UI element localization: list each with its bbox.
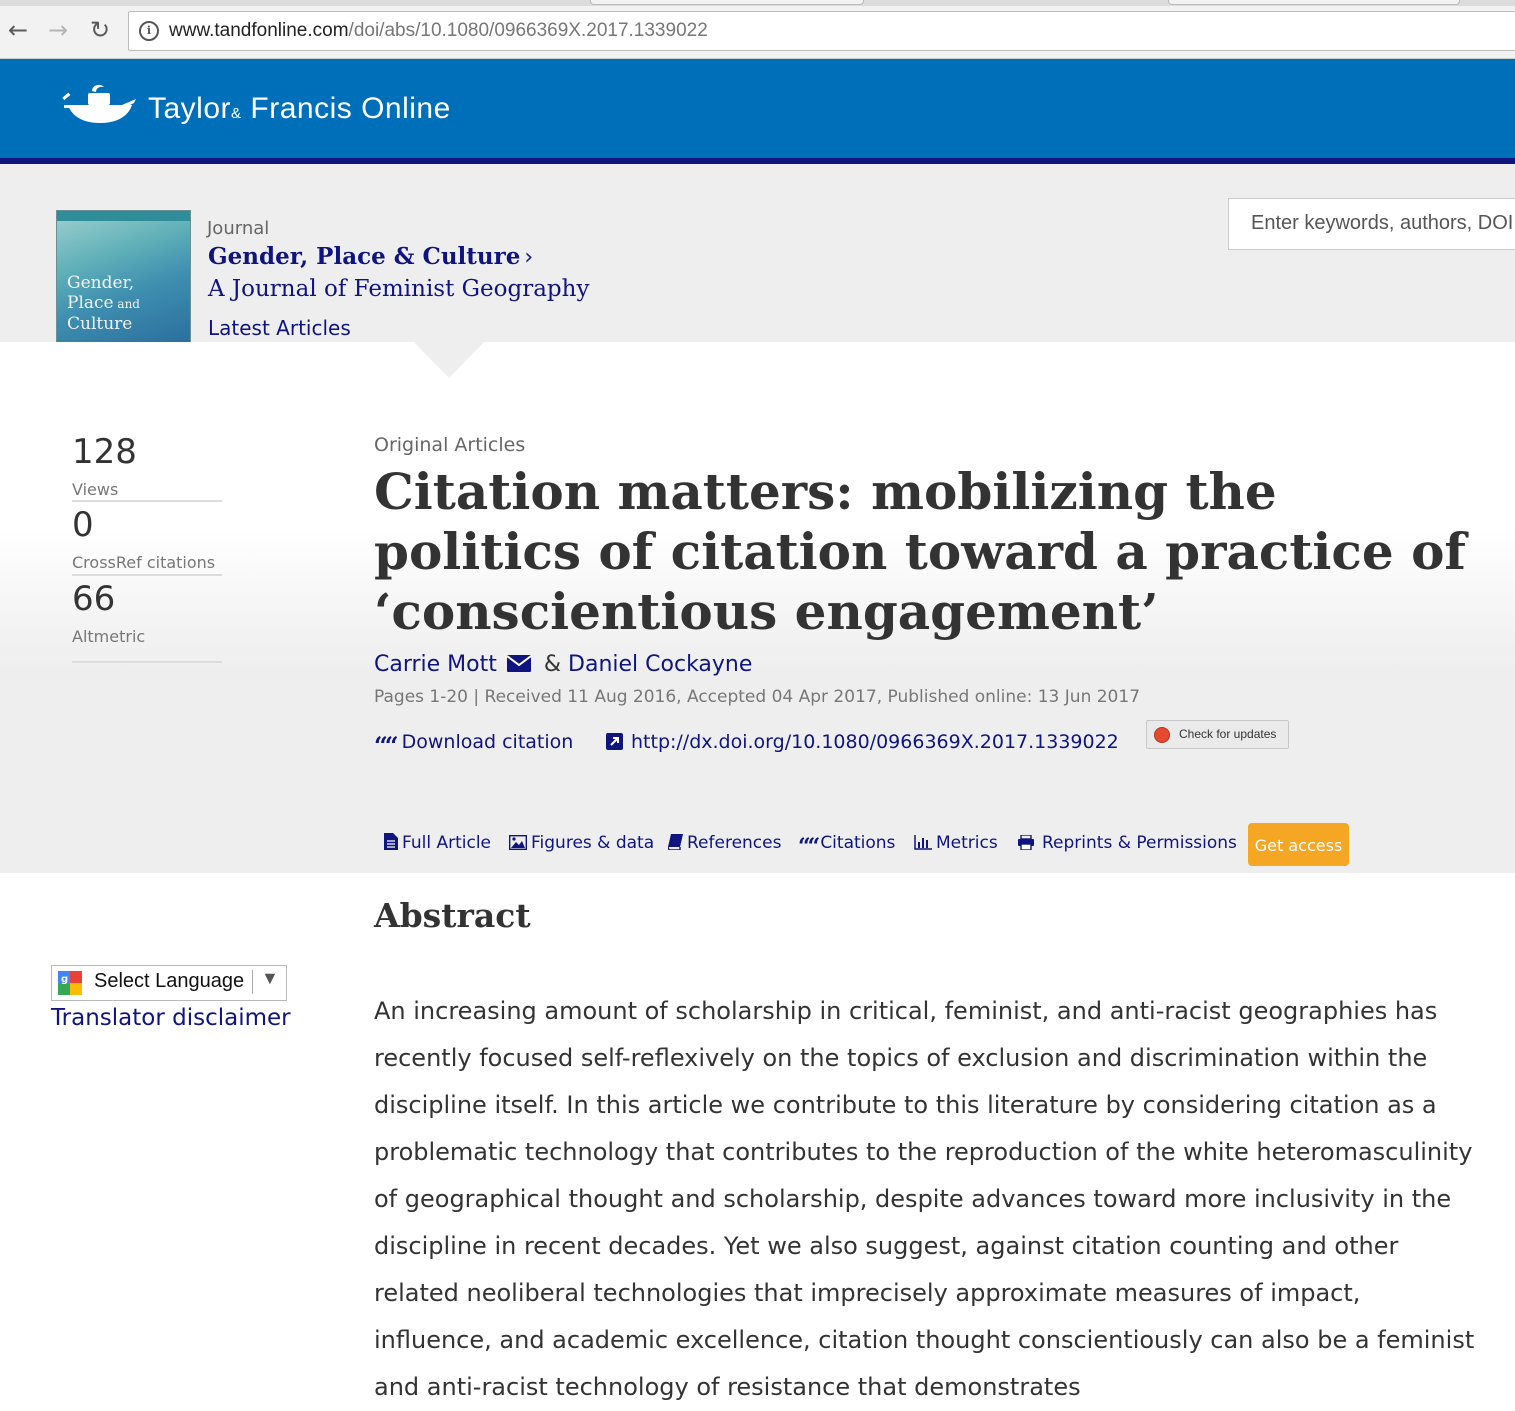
brand-taylor: Taylor (148, 92, 232, 125)
cover-line: Gender, (67, 273, 135, 293)
author-separator: & (536, 652, 569, 677)
info-icon[interactable]: i (139, 21, 159, 41)
journal-label: Journal (207, 218, 270, 239)
url-host: www.tandfonline.com (169, 20, 349, 41)
envelope-icon[interactable] (506, 654, 531, 672)
doi-link[interactable]: http://dx.doi.org/10.1080/0966369X.2017.… (606, 731, 1119, 753)
translator-disclaimer-link[interactable]: Translator disclaimer (51, 1005, 291, 1031)
search-input[interactable] (1229, 199, 1515, 247)
views-count: 128 (72, 432, 137, 472)
tab-label: Full Article (402, 833, 492, 853)
doi-text: http://dx.doi.org/10.1080/0966369X.2017.… (631, 731, 1119, 753)
tab-references[interactable]: References (668, 833, 781, 853)
tab-metrics[interactable]: Metrics (914, 833, 998, 853)
browser-tab[interactable] (590, 0, 864, 5)
brand-rest: Francis Online (241, 92, 451, 125)
dropdown-arrow-icon: ▼ (261, 968, 279, 988)
tab-label: References (687, 833, 782, 853)
publication-info: Pages 1-20 | Received 11 Aug 2016, Accep… (374, 687, 1141, 707)
browser-tab[interactable] (1168, 0, 1460, 5)
address-bar[interactable]: i www.tandfonline.com/doi/abs/10.1080/09… (128, 11, 1515, 51)
bar-chart-icon (914, 835, 932, 850)
views-label: Views (72, 480, 119, 499)
browser-tabstrip (0, 0, 1515, 6)
url-text[interactable]: www.tandfonline.com/doi/abs/10.1080/0966… (169, 20, 708, 42)
cover-title: Gender, Place and Culture (67, 273, 140, 334)
cover-line: and (113, 297, 140, 311)
crossref-label[interactable]: CrossRef citations (72, 553, 215, 572)
search-box (1228, 198, 1515, 250)
download-citation-label: Download citation (401, 731, 574, 753)
quote-icon: ““ (798, 834, 820, 860)
divider (72, 661, 222, 663)
altmetric-count: 66 (72, 579, 116, 619)
journal-subtitle: A Journal of Feminist Geography (208, 276, 590, 302)
browser-toolbar: ← → ↻ i www.tandfonline.com/doi/abs/10.1… (0, 0, 1515, 59)
journal-banner: Gender, Place and Culture Journal Gender… (0, 164, 1515, 344)
journal-title-link[interactable]: Gender, Place & Culture › (208, 243, 533, 270)
abstract-heading: Abstract (374, 896, 531, 935)
svg-text:g: g (61, 974, 68, 985)
brand-amp: & (231, 105, 242, 122)
printer-icon (1018, 835, 1034, 850)
latest-articles-link[interactable]: Latest Articles (208, 316, 351, 340)
author-link[interactable]: Carrie Mott (374, 652, 497, 677)
abstract-text: An increasing amount of scholarship in c… (374, 997, 1475, 1401)
crossref-count: 0 (72, 505, 94, 545)
article-title: Citation matters: mobilizing the politic… (374, 462, 1466, 641)
tab-label: Figures & data (531, 833, 655, 853)
brand-name[interactable]: Taylor& Francis Online (148, 92, 451, 126)
article-type: Original Articles (374, 434, 526, 456)
journal-title-text: Gender, Place & Culture (208, 243, 521, 270)
cover-line: Culture (67, 314, 133, 334)
tab-full-article[interactable]: Full Article (384, 833, 491, 853)
arrow-left-icon[interactable]: ← (4, 16, 32, 44)
document-icon (384, 833, 398, 850)
author-list: Carrie Mott & Daniel Cockayne (374, 652, 752, 677)
site-header: Taylor& Francis Online (0, 59, 1515, 158)
select-separator (252, 970, 253, 994)
url-path: /doi/abs/10.1080/0966369X.2017.1339022 (348, 20, 708, 41)
tab-citations[interactable]: ““ Citations (798, 833, 895, 860)
google-translate-icon: g (58, 971, 82, 995)
divider (72, 500, 222, 502)
chevron-right-icon: › (524, 245, 534, 270)
arrow-right-icon[interactable]: → (44, 16, 72, 44)
crossmark-icon (1154, 727, 1170, 743)
cover-line: Place (67, 293, 114, 313)
tab-label: Reprints & Permissions (1042, 833, 1237, 853)
lamp-logo-icon[interactable] (62, 83, 136, 127)
author-link[interactable]: Daniel Cockayne (568, 652, 752, 677)
check-for-updates-button[interactable]: Check for updates (1146, 720, 1289, 749)
altmetric-label[interactable]: Altmetric (72, 627, 145, 646)
language-select-label: Select Language (94, 970, 245, 992)
external-link-icon (606, 733, 623, 750)
tab-label: Metrics (936, 833, 998, 853)
divider (72, 574, 222, 576)
book-icon (668, 834, 683, 850)
reload-icon[interactable]: ↻ (86, 16, 114, 44)
tab-label: Citations (820, 833, 896, 853)
download-citation-link[interactable]: ““ Download citation (374, 731, 573, 760)
image-icon (509, 835, 527, 850)
journal-cover-image[interactable]: Gender, Place and Culture (56, 210, 191, 344)
banner-pointer (414, 342, 484, 378)
tab-reprints[interactable]: Reprints & Permissions (1018, 833, 1237, 853)
check-updates-label: Check for updates (1179, 727, 1277, 741)
language-select[interactable]: g Select Language ▼ (51, 965, 287, 1001)
get-access-button[interactable]: Get access (1248, 823, 1349, 866)
quote-icon: ““ (374, 731, 399, 760)
cover-band (57, 211, 190, 221)
tab-figures[interactable]: Figures & data (509, 833, 654, 853)
